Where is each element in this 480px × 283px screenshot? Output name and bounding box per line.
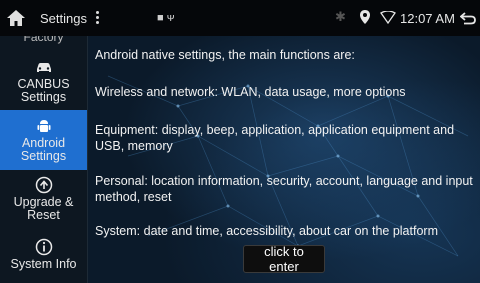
clock: 12:07 AM xyxy=(400,11,455,26)
page-title: Settings xyxy=(40,11,87,26)
car-icon xyxy=(36,63,51,72)
equipment-text: Equipment: display, beep, application, a… xyxy=(95,123,455,153)
more-options-icon[interactable] xyxy=(94,9,100,27)
upgrade-icon xyxy=(35,176,52,194)
sidebar-item-android[interactable]: Android Settings xyxy=(0,110,87,170)
sidebar-item-label: Android Settings xyxy=(20,136,67,163)
wireless-text: Wireless and network: WLAN, data usage, … xyxy=(95,85,406,99)
personal-text: Personal: location information, security… xyxy=(95,174,473,204)
sidebar-item-system-info[interactable]: System Info xyxy=(0,238,87,283)
location-icon xyxy=(360,10,370,24)
click-to-enter-button[interactable]: click to enter xyxy=(243,244,325,274)
intro-text: Android native settings, the main functi… xyxy=(95,48,355,62)
sidebar: Factory CANBUS Settings Android Settings… xyxy=(0,36,88,283)
status-bar: Settings ■ ᴪ ✱ 12:07 AM xyxy=(0,0,480,36)
content-panel: Android native settings, the main functi… xyxy=(88,36,480,283)
info-icon xyxy=(35,238,52,256)
android-icon xyxy=(37,120,50,132)
notification-icons: ■ ᴪ xyxy=(157,12,175,24)
home-icon[interactable] xyxy=(6,8,26,28)
sidebar-item-canbus[interactable]: CANBUS Settings xyxy=(0,56,87,108)
bluetooth-icon: ✱ xyxy=(335,9,346,24)
sidebar-item-label: CANBUS Settings xyxy=(17,77,70,104)
back-icon[interactable] xyxy=(460,10,476,26)
system-text: System: date and time, accessibility, ab… xyxy=(95,224,438,238)
sidebar-item-label: System Info xyxy=(10,257,77,271)
sidebar-item-label: Upgrade & Reset xyxy=(13,195,74,222)
sidebar-item-upgrade[interactable]: Upgrade & Reset xyxy=(0,176,87,228)
wifi-icon xyxy=(380,11,396,24)
sidebar-item-factory-partial[interactable]: Factory xyxy=(0,36,87,44)
